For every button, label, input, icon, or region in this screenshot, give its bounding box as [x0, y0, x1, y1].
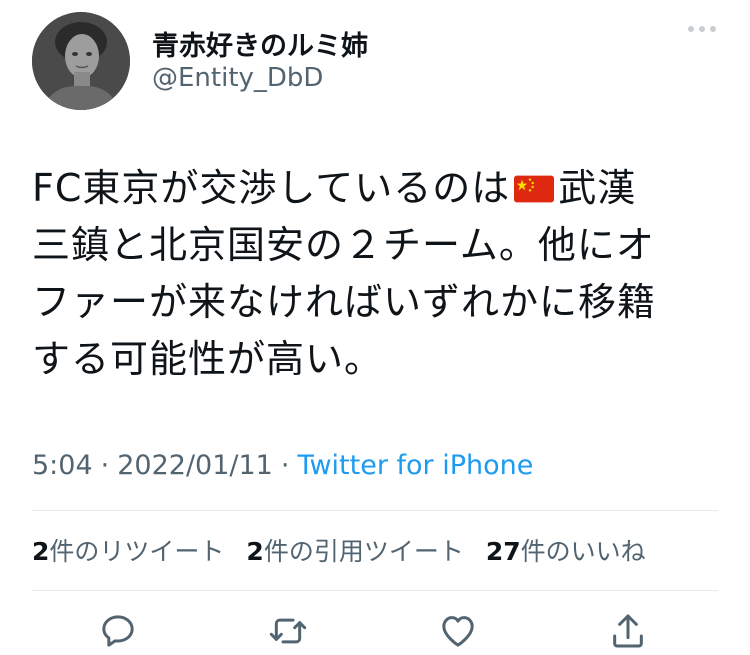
retweets-count: 2 — [32, 537, 50, 566]
retweet-icon[interactable] — [268, 611, 308, 651]
likes-stat[interactable]: 27件のいいね — [486, 532, 646, 568]
meta-separator: · — [280, 450, 290, 481]
share-icon[interactable] — [608, 611, 648, 651]
china-flag-icon — [514, 175, 555, 203]
likes-count: 27 — [485, 537, 521, 566]
author-display-name[interactable]: 青赤好きのルミ姉 — [152, 24, 368, 63]
retweets-stat[interactable]: 2件のリツイート — [32, 532, 224, 568]
tweet-meta: 5:04 · 2022/01/11 · Twitter for iPhone — [32, 450, 533, 481]
quotes-label: 件の引用ツイート — [263, 537, 464, 566]
tweet-stats: 2件のリツイート 2件の引用ツイート 27件のいいね — [32, 532, 646, 568]
tweet-line-1b: 武漢 — [558, 166, 637, 210]
tweet-source-link[interactable]: Twitter for iPhone — [297, 450, 533, 481]
tweet-date[interactable]: 2022/01/11 — [117, 450, 273, 481]
meta-separator: · — [100, 450, 110, 481]
retweets-label: 件のリツイート — [49, 537, 225, 566]
avatar[interactable] — [32, 12, 130, 110]
tweet-line-2: 三鎮と北京国安の２チーム。他にオ — [32, 223, 655, 267]
tweet-time[interactable]: 5:04 — [32, 450, 93, 481]
divider — [32, 590, 718, 591]
tweet-line-4: する可能性が高い。 — [32, 337, 384, 381]
tweet-line-1a: FC東京が交渉しているのは — [32, 166, 511, 210]
divider — [32, 510, 718, 511]
likes-label: 件のいいね — [520, 537, 646, 566]
tweet-line-3: ファーが来なければいずれかに移籍 — [32, 280, 657, 324]
author-handle[interactable]: @Entity_DbD — [152, 63, 323, 93]
quotes-count: 2 — [246, 537, 264, 566]
more-options-icon[interactable] — [688, 26, 716, 32]
action-bar — [0, 607, 750, 655]
reply-icon[interactable] — [98, 611, 138, 651]
tweet-text: FC東京が交渉しているのは 武漢 三鎮と北京国安の２チーム。他にオ ファーが来なけ… — [32, 160, 722, 388]
avatar-portrait-icon — [32, 12, 130, 110]
quotes-stat[interactable]: 2件の引用ツイート — [246, 532, 463, 568]
like-icon[interactable] — [438, 611, 478, 651]
